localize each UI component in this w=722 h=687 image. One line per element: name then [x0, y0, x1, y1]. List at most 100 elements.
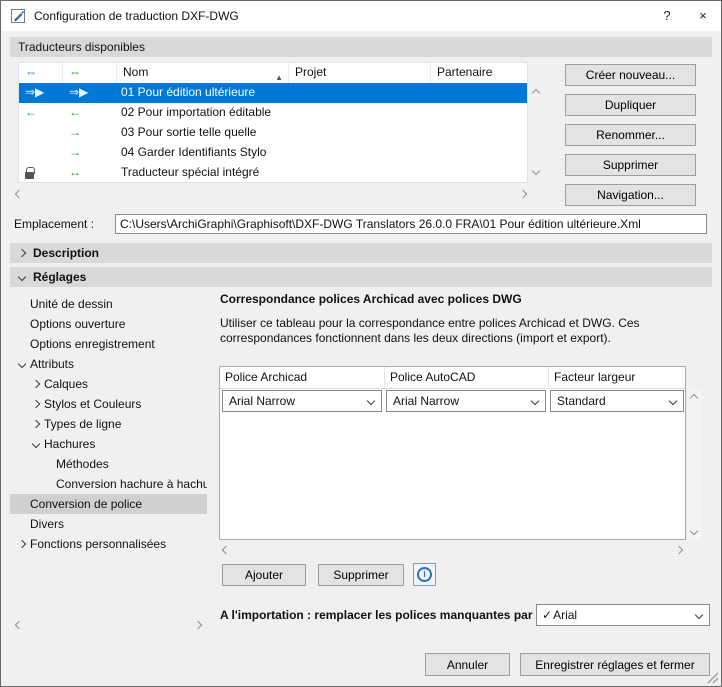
open-direction-icon: ←: [25, 105, 37, 119]
scroll-down-icon[interactable]: [689, 526, 699, 536]
font-table-scrollbar[interactable]: [686, 389, 701, 540]
duplicate-button[interactable]: Dupliquer: [565, 94, 696, 116]
tree-item-drawing-unit[interactable]: Unité de dessin: [10, 294, 207, 314]
tree-item-label: Options ouverture: [30, 317, 126, 331]
add-font-row-button[interactable]: Ajouter: [222, 564, 306, 586]
scroll-up-icon[interactable]: [531, 88, 541, 98]
cancel-button[interactable]: Annuler: [425, 653, 510, 676]
tree-item-pens-colors[interactable]: Stylos et Couleurs: [10, 394, 207, 414]
tree-scroll-right-icon[interactable]: [193, 620, 203, 630]
chevron-down-icon[interactable]: [31, 439, 41, 449]
font-table-scroll-right-icon[interactable]: [674, 545, 684, 555]
create-new-button[interactable]: Créer nouveau...: [565, 64, 696, 86]
scroll-left-icon[interactable]: [14, 189, 24, 199]
lock-cell: [19, 163, 63, 185]
description-section-label: Description: [33, 246, 100, 260]
checkmark-icon: ✓: [542, 608, 553, 622]
tree-item-label: Conversion de police: [30, 497, 143, 511]
font-table-header: Police Archicad Police AutoCAD Facteur l…: [220, 367, 685, 389]
tree-item-font-conversion-selected[interactable]: Conversion de police: [10, 494, 207, 514]
translator-name: 04 Garder Identifiants Stylo: [121, 145, 267, 159]
chevron-right-icon[interactable]: [31, 399, 41, 409]
chevron-right-icon[interactable]: [17, 539, 27, 549]
translator-name: Traducteur spécial intégré: [121, 165, 260, 179]
lock-icon: [25, 167, 35, 179]
missing-font-dropdown[interactable]: ✓Arial: [536, 604, 710, 626]
save-direction-icon: →: [69, 125, 81, 139]
tree-item-attributes[interactable]: Attributs: [10, 354, 207, 374]
description-section-header[interactable]: Description: [10, 243, 712, 263]
save-direction-icon: ←: [69, 105, 81, 119]
dialog-icon: [11, 9, 25, 23]
width-factor-value: Standard: [557, 394, 606, 408]
scroll-up-icon[interactable]: [689, 393, 699, 403]
tree-item-fills[interactable]: Hachures: [10, 434, 207, 454]
resize-grip[interactable]: [705, 670, 719, 684]
tree-item-misc[interactable]: Divers: [10, 514, 207, 534]
settings-tree: Unité de dessin Options ouverture Option…: [10, 292, 207, 620]
tree-item-fill-conversion[interactable]: Conversion hachure à hachure: [10, 474, 207, 494]
save-direction-column-icon[interactable]: ⇔: [63, 63, 117, 83]
close-button[interactable]: ×: [685, 1, 721, 31]
chevron-down-icon[interactable]: [17, 359, 27, 369]
translator-row[interactable]: ← ← 02 Pour importation éditable: [19, 103, 527, 123]
tree-item-label: Divers: [30, 517, 65, 531]
translator-row[interactable]: → 03 Pour sortie telle quelle: [19, 123, 527, 143]
column-header-partner[interactable]: Partenaire: [431, 63, 527, 83]
open-direction-column-icon[interactable]: ⇔: [19, 63, 63, 83]
column-header-name[interactable]: Nom ▲: [117, 63, 289, 83]
translator-row[interactable]: → 04 Garder Identifiants Stylo: [19, 143, 527, 163]
info-button[interactable]: i: [413, 563, 436, 586]
tree-item-custom-functions[interactable]: Fonctions personnalisées: [10, 534, 207, 554]
chevron-right-icon[interactable]: [31, 419, 41, 429]
tree-scroll-left-icon[interactable]: [14, 620, 24, 630]
tree-item-label: Conversion hachure à hachure: [56, 477, 207, 491]
window-title: Configuration de traduction DXF-DWG: [34, 9, 239, 23]
translator-row-builtin[interactable]: ↔ Traducteur spécial intégré: [19, 163, 527, 183]
translators-section-header: Traducteurs disponibles: [10, 37, 712, 57]
open-direction-icon: [19, 143, 63, 163]
column-header-project[interactable]: Projet: [289, 63, 431, 83]
scroll-right-icon[interactable]: [518, 189, 528, 199]
tree-item-line-types[interactable]: Types de ligne: [10, 414, 207, 434]
tree-item-layers[interactable]: Calques: [10, 374, 207, 394]
tree-item-open-options[interactable]: Options ouverture: [10, 314, 207, 334]
tree-item-label: Hachures: [44, 437, 96, 451]
help-button[interactable]: ?: [649, 1, 685, 31]
column-header-width-factor: Facteur largeur: [554, 370, 636, 384]
translator-row-selected[interactable]: ⇒▶ ⇒▶ 01 Pour édition ultérieure: [19, 83, 527, 103]
column-header-autocad-font: Police AutoCAD: [385, 367, 549, 388]
tree-item-methods[interactable]: Méthodes: [10, 454, 207, 474]
delete-font-row-button[interactable]: Supprimer: [318, 564, 404, 586]
font-mapping-description: Utiliser ce tableau pour la correspondan…: [220, 316, 640, 345]
missing-font-value: Arial: [553, 608, 578, 622]
chevron-down-icon: [530, 396, 540, 406]
chevron-down-icon: [366, 396, 376, 406]
column-header-name-label: Nom: [123, 65, 149, 79]
settings-section-header[interactable]: Réglages: [10, 267, 712, 287]
font-table-scroll-left-icon[interactable]: [221, 545, 231, 555]
location-path-field[interactable]: [115, 214, 707, 234]
chevron-right-icon[interactable]: [31, 379, 41, 389]
open-direction-icon: ⇒▶: [25, 85, 45, 99]
autocad-font-dropdown[interactable]: Arial Narrow: [386, 390, 546, 412]
navigate-button[interactable]: Navigation...: [565, 184, 696, 206]
translators-section-label: Traducteurs disponibles: [18, 40, 145, 54]
open-direction-icon: [19, 123, 63, 143]
archicad-font-dropdown[interactable]: Arial Narrow: [222, 390, 382, 412]
sort-ascending-icon: ▲: [275, 73, 283, 82]
delete-translator-button[interactable]: Supprimer: [565, 154, 696, 176]
save-and-close-button[interactable]: Enregistrer réglages et fermer: [520, 653, 710, 676]
tree-item-label: Attributs: [30, 357, 75, 371]
width-factor-dropdown[interactable]: Standard: [550, 390, 684, 412]
translators-table-header: ⇔ ⇔ Nom ▲ Projet Partenaire: [19, 63, 527, 83]
tree-item-label: Stylos et Couleurs: [44, 397, 142, 411]
chevron-right-icon: [17, 248, 27, 258]
translator-name: 02 Pour importation éditable: [121, 105, 272, 119]
scroll-down-icon[interactable]: [531, 166, 541, 176]
rename-button[interactable]: Renommer...: [565, 124, 696, 146]
font-mapping-title: Correspondance polices Archicad avec pol…: [220, 292, 522, 306]
tree-item-label: Fonctions personnalisées: [30, 537, 167, 551]
tree-item-label: Méthodes: [56, 457, 109, 471]
tree-item-save-options[interactable]: Options enregistrement: [10, 334, 207, 354]
